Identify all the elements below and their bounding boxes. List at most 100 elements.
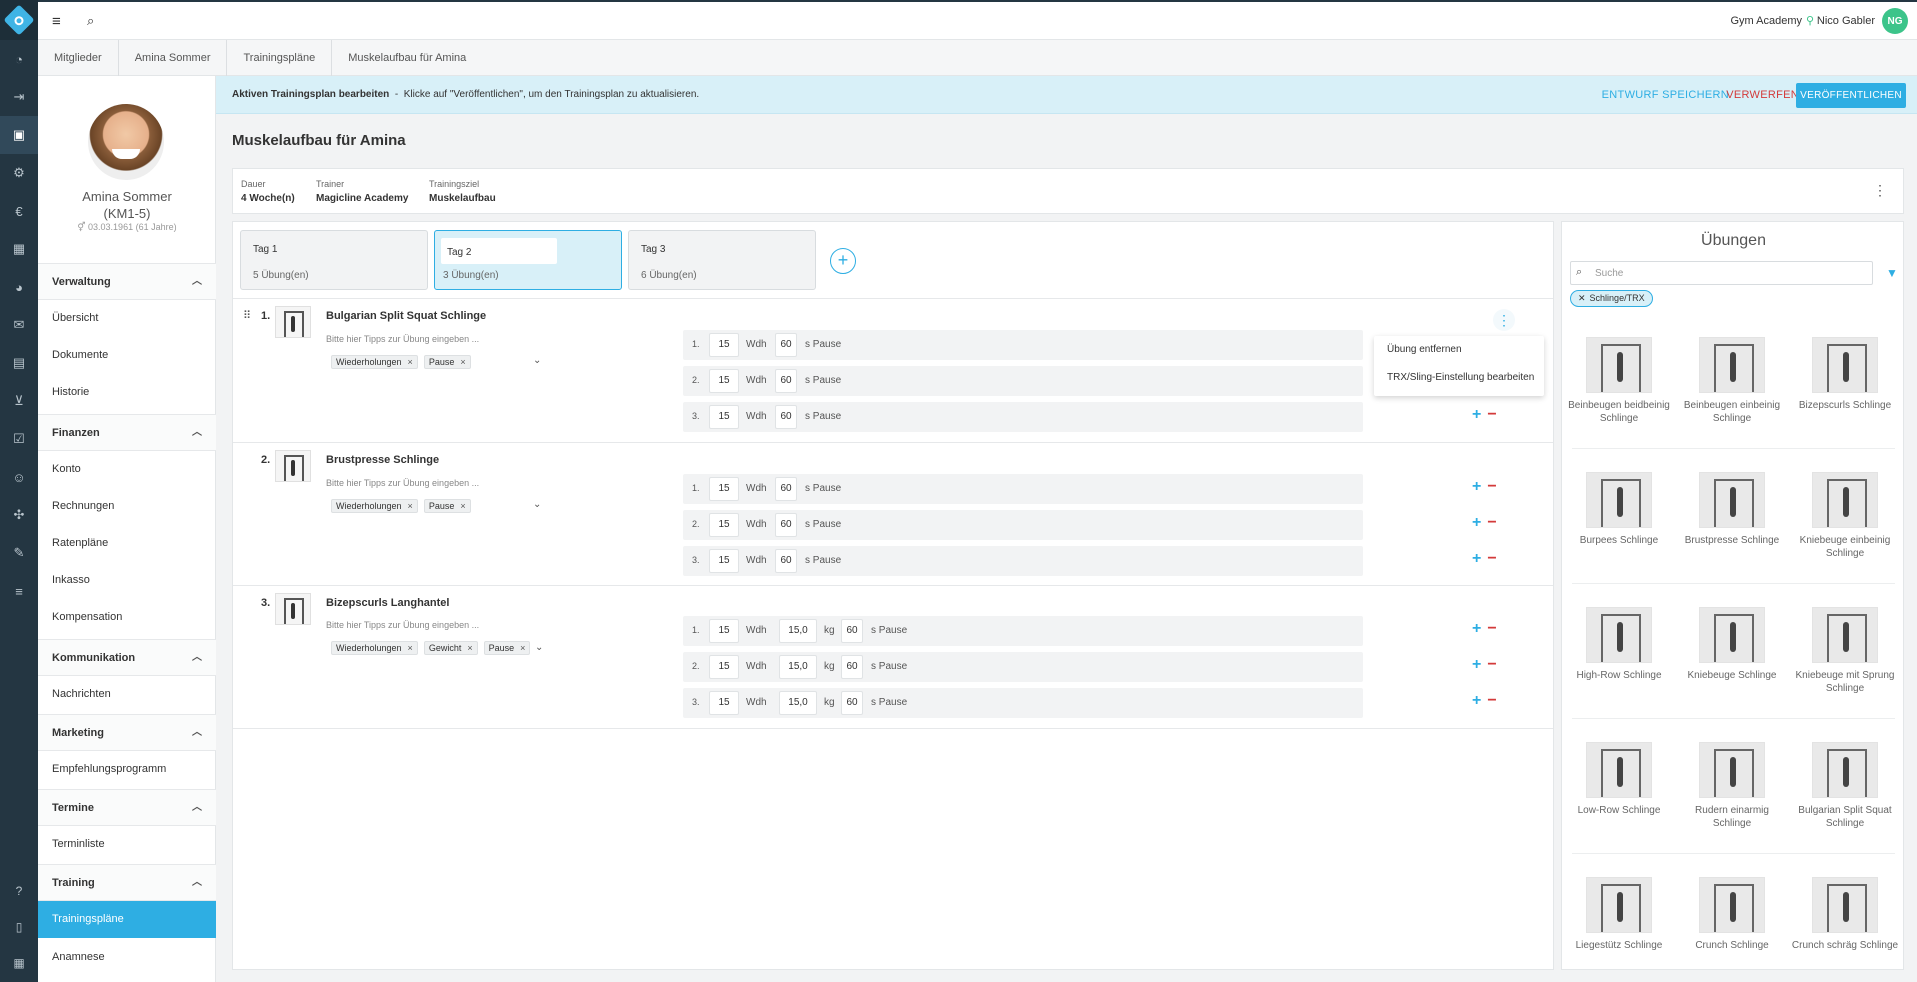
avatar[interactable]: NG	[1882, 8, 1908, 34]
chevron-down-icon[interactable]: ⌄	[533, 355, 541, 366]
breadcrumb-plans[interactable]: Trainingspläne	[227, 40, 333, 76]
add-set-icon[interactable]: +	[1472, 620, 1481, 637]
weight-input[interactable]: 15,0	[779, 655, 817, 679]
remove-set-icon[interactable]: −	[1487, 514, 1496, 531]
tab-day-3[interactable]: Tag 3 6 Übung(en)	[628, 230, 816, 290]
nav-item-historie[interactable]: Historie	[38, 374, 216, 411]
chevron-down-icon[interactable]: ⌄	[535, 642, 543, 653]
nav-item-uebersicht[interactable]: Übersicht	[38, 300, 216, 337]
nav-item-anamnese[interactable]: Anamnese	[38, 939, 216, 976]
weight-input[interactable]: 15,0	[779, 691, 817, 715]
nav-item-terminliste[interactable]: Terminliste	[38, 826, 216, 863]
library-card[interactable]: Beinbeugen einbeinig Schlinge	[1677, 337, 1787, 425]
library-card[interactable]: Burpees Schlinge	[1564, 472, 1674, 547]
pause-input[interactable]: 60	[841, 691, 863, 715]
reps-input[interactable]: 15	[709, 333, 739, 357]
drag-handle-icon[interactable]: ⠿	[243, 309, 251, 322]
nav-item-trainingsplaene[interactable]: Trainingspläne	[38, 901, 216, 938]
nav-item-kompensation[interactable]: Kompensation	[38, 599, 216, 636]
pause-input[interactable]: 60	[775, 405, 797, 429]
breadcrumb-members[interactable]: Mitglieder	[38, 40, 119, 76]
exercise-menu-icon[interactable]: ⋮	[1493, 309, 1515, 331]
menu-icon[interactable]: ≡	[52, 13, 61, 30]
filter-chip[interactable]: ✕ Schlinge/TRX	[1570, 290, 1653, 307]
library-card[interactable]: Liegestütz Schlinge	[1564, 877, 1674, 952]
search-input[interactable]: Suche	[1595, 268, 1623, 279]
add-day-button[interactable]: +	[830, 248, 856, 274]
library-card[interactable]: Brustpresse Schlinge	[1677, 472, 1787, 547]
remove-icon[interactable]: ×	[408, 501, 413, 511]
more-vertical-icon[interactable]: ⋮	[1873, 182, 1887, 199]
nav-section-verwaltung[interactable]: Verwaltung ︿	[38, 263, 216, 300]
library-card[interactable]: Rudern einarmig Schlinge	[1677, 742, 1787, 830]
close-icon[interactable]: ✕	[1578, 293, 1586, 303]
add-set-icon[interactable]: +	[1472, 514, 1481, 531]
chart-icon[interactable]: ▤	[0, 344, 38, 382]
reps-input[interactable]: 15	[709, 477, 739, 501]
library-card[interactable]: Low-Row Schlinge	[1564, 742, 1674, 817]
apps-icon[interactable]: ▦	[0, 948, 38, 978]
add-set-icon[interactable]: +	[1472, 692, 1481, 709]
nav-section-finanzen[interactable]: Finanzen ︿	[38, 414, 216, 451]
menu-item-remove-exercise[interactable]: Übung entfernen	[1374, 336, 1544, 364]
library-card[interactable]: Bulgarian Split Squat Schlinge	[1790, 742, 1900, 830]
pause-input[interactable]: 60	[775, 477, 797, 501]
checkin-icon[interactable]: ⇥	[0, 78, 38, 116]
search-icon[interactable]: ⌕	[87, 13, 94, 29]
finance-icon[interactable]: €	[0, 192, 38, 230]
library-card[interactable]: Kniebeuge mit Sprung Schlinge	[1790, 607, 1900, 695]
nav-section-training[interactable]: Training ︿	[38, 864, 216, 901]
remove-icon[interactable]: ×	[467, 643, 472, 653]
pause-input[interactable]: 60	[841, 655, 863, 679]
exercise-tips-input[interactable]: Bitte hier Tipps zur Übung eingeben ...	[326, 478, 479, 488]
remove-set-icon[interactable]: −	[1487, 550, 1496, 567]
remove-set-icon[interactable]: −	[1487, 656, 1496, 673]
network-icon[interactable]: ✣	[0, 496, 38, 534]
nav-item-nachrichten[interactable]: Nachrichten	[38, 676, 216, 713]
library-card[interactable]: Beinbeugen beidbeinig Schlinge	[1564, 337, 1674, 425]
studio-name[interactable]: Gym Academy	[1730, 15, 1802, 27]
exercise-tips-input[interactable]: Bitte hier Tipps zur Übung eingeben ...	[326, 334, 479, 344]
add-set-icon[interactable]: +	[1472, 550, 1481, 567]
tab-name-input[interactable]: Tag 2	[441, 238, 557, 264]
tab-day-1[interactable]: Tag 1 5 Übung(en)	[240, 230, 428, 290]
reps-input[interactable]: 15	[709, 369, 739, 393]
library-search[interactable]: ⌕ Suche	[1570, 261, 1873, 285]
pause-input[interactable]: 60	[841, 619, 863, 643]
nav-item-rechnungen[interactable]: Rechnungen	[38, 488, 216, 525]
chevron-down-icon[interactable]: ⌄	[533, 499, 541, 510]
pause-input[interactable]: 60	[775, 369, 797, 393]
remove-set-icon[interactable]: −	[1487, 692, 1496, 709]
remove-icon[interactable]: ×	[408, 643, 413, 653]
reps-input[interactable]: 15	[709, 549, 739, 573]
calendar-icon[interactable]: ▦	[0, 230, 38, 268]
library-card[interactable]: Kniebeuge Schlinge	[1677, 607, 1787, 682]
breadcrumb-member[interactable]: Amina Sommer	[119, 40, 228, 76]
tasks-icon[interactable]: ☑	[0, 420, 38, 458]
remove-icon[interactable]: ×	[460, 357, 465, 367]
add-set-icon[interactable]: +	[1472, 656, 1481, 673]
app-logo[interactable]	[0, 0, 38, 40]
weight-input[interactable]: 15,0	[779, 619, 817, 643]
library-card[interactable]: Crunch schräg Schlinge	[1790, 877, 1900, 952]
reps-input[interactable]: 15	[709, 513, 739, 537]
dashboard-icon[interactable]: ◔	[0, 40, 38, 78]
nav-section-kommunikation[interactable]: Kommunikation ︿	[38, 639, 216, 676]
library-card[interactable]: Crunch Schlinge	[1677, 877, 1787, 952]
nav-item-konto[interactable]: Konto	[38, 451, 216, 488]
library-card[interactable]: High-Row Schlinge	[1564, 607, 1674, 682]
add-set-icon[interactable]: +	[1472, 406, 1481, 423]
remove-icon[interactable]: ×	[408, 357, 413, 367]
library-card[interactable]: Bizepscurls Schlinge	[1790, 337, 1900, 412]
remove-icon[interactable]: ×	[460, 501, 465, 511]
remove-set-icon[interactable]: −	[1487, 620, 1496, 637]
sliders-icon[interactable]: ≡	[0, 572, 38, 610]
reps-input[interactable]: 15	[709, 405, 739, 429]
remove-set-icon[interactable]: −	[1487, 406, 1496, 423]
nav-item-dokumente[interactable]: Dokumente	[38, 337, 216, 374]
filter-icon[interactable]: ▼	[1886, 266, 1898, 280]
nav-item-empfehlungsprogramm[interactable]: Empfehlungsprogramm	[38, 751, 216, 788]
group-icon[interactable]: ☺	[0, 458, 38, 496]
nav-section-termine[interactable]: Termine ︿	[38, 789, 216, 826]
cart-icon[interactable]: ⊻	[0, 382, 38, 420]
